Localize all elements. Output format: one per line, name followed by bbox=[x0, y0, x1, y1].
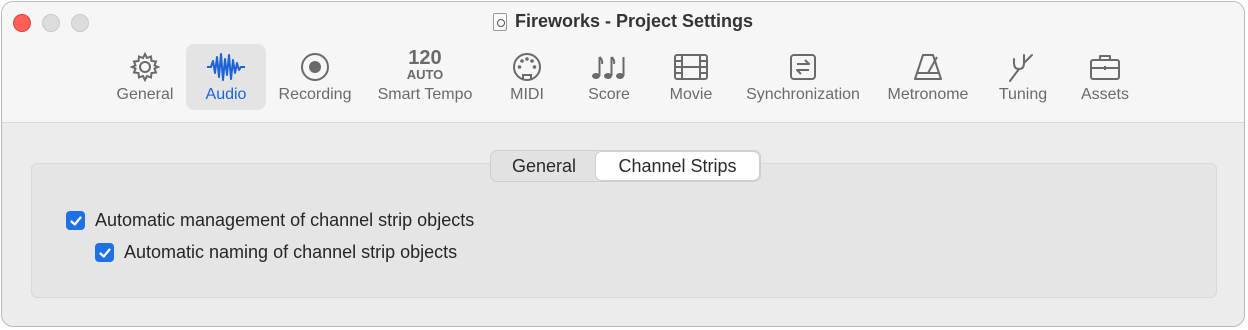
record-icon bbox=[299, 50, 331, 84]
toolbar-label-recording: Recording bbox=[278, 86, 352, 103]
toolbar-item-midi[interactable]: MIDI bbox=[492, 44, 562, 110]
toolbar-item-smart-tempo[interactable]: 120 AUTO Smart Tempo bbox=[370, 44, 480, 110]
tempo-mode: AUTO bbox=[406, 67, 444, 82]
toolbar-item-synchronization[interactable]: Synchronization bbox=[738, 44, 868, 110]
metronome-icon bbox=[911, 50, 945, 84]
toolbar-item-assets[interactable]: Assets bbox=[1070, 44, 1140, 110]
checkmark-icon bbox=[98, 247, 111, 258]
sync-icon bbox=[787, 50, 819, 84]
toolbar-item-audio[interactable]: Audio bbox=[186, 44, 266, 110]
auto-naming-option: Automatic naming of channel strip object… bbox=[95, 242, 457, 263]
toolbar-label-movie: Movie bbox=[669, 86, 713, 103]
gear-icon bbox=[129, 50, 161, 84]
auto-management-option: Automatic management of channel strip ob… bbox=[66, 210, 474, 231]
toolbar-item-general[interactable]: General bbox=[105, 44, 185, 110]
toolbar-label-smart-tempo: Smart Tempo bbox=[377, 86, 473, 103]
settings-toolbar: General Audio Recording 120 AUTO Smart T… bbox=[2, 44, 1244, 112]
tab-general[interactable]: General bbox=[492, 152, 596, 180]
window-title: Fireworks - Project Settings bbox=[514, 11, 754, 31]
tempo-display: 120 AUTO bbox=[407, 48, 444, 84]
toolbar-item-movie[interactable]: Movie bbox=[656, 44, 726, 110]
toolbar-label-score: Score bbox=[588, 86, 630, 103]
waveform-icon bbox=[206, 50, 246, 84]
window-title-area: Fireworks - Project Settings bbox=[2, 11, 1244, 32]
toolbar-item-recording[interactable]: Recording bbox=[272, 44, 358, 110]
tab-channel-strips[interactable]: Channel Strips bbox=[596, 152, 759, 180]
toolbar-item-score[interactable]: Score bbox=[574, 44, 644, 110]
document-proxy-icon[interactable] bbox=[492, 12, 507, 31]
auto-management-label[interactable]: Automatic management of channel strip ob… bbox=[95, 210, 474, 231]
auto-management-checkbox[interactable] bbox=[66, 211, 85, 230]
checkmark-icon bbox=[69, 215, 82, 226]
tuning-fork-icon bbox=[1006, 50, 1040, 84]
title-bar: Fireworks - Project Settings General Aud… bbox=[2, 2, 1244, 123]
toolbar-label-metronome: Metronome bbox=[887, 86, 969, 103]
auto-naming-checkbox[interactable] bbox=[95, 243, 114, 262]
toolbar-item-metronome[interactable]: Metronome bbox=[880, 44, 976, 110]
tempo-value: 120 bbox=[408, 47, 442, 69]
midi-port-icon bbox=[511, 50, 543, 84]
auto-naming-label[interactable]: Automatic naming of channel strip object… bbox=[124, 242, 457, 263]
toolbar-item-tuning[interactable]: Tuning bbox=[988, 44, 1058, 110]
toolbar-label-general: General bbox=[116, 86, 174, 103]
briefcase-icon bbox=[1088, 50, 1122, 84]
project-settings-window: Fireworks - Project Settings General Aud… bbox=[1, 1, 1245, 327]
toolbar-label-assets: Assets bbox=[1080, 86, 1129, 103]
toolbar-label-audio: Audio bbox=[205, 86, 247, 103]
settings-tab-control: General Channel Strips bbox=[490, 150, 761, 182]
music-notes-icon bbox=[590, 50, 628, 84]
toolbar-label-synchronization: Synchronization bbox=[746, 86, 860, 103]
film-icon bbox=[673, 50, 709, 84]
toolbar-label-midi: MIDI bbox=[510, 86, 544, 103]
toolbar-label-tuning: Tuning bbox=[998, 86, 1048, 103]
